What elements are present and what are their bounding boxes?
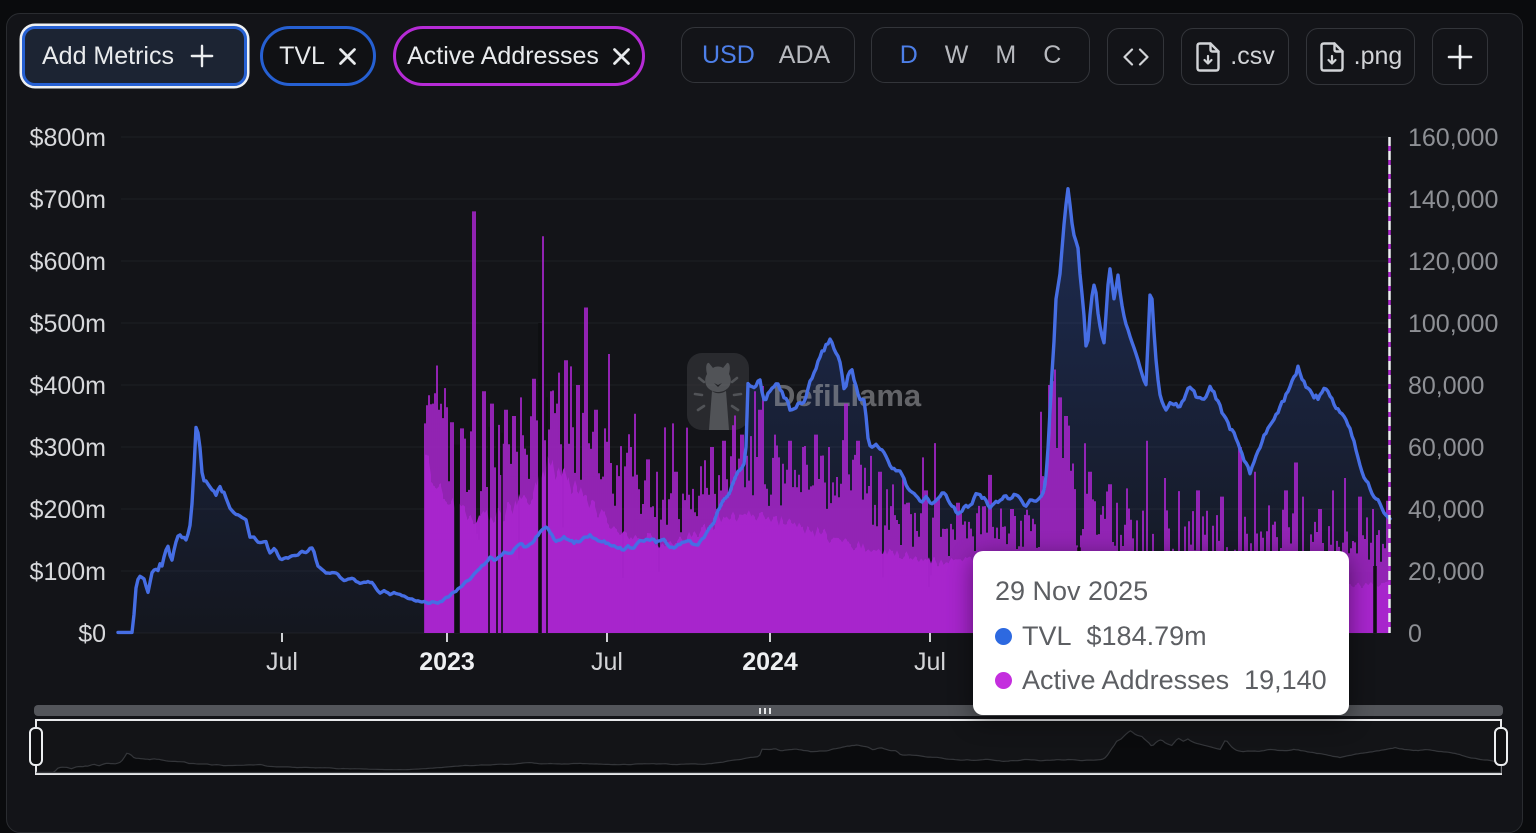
svg-text:2024: 2024 [742, 648, 798, 676]
svg-text:$700m: $700m [30, 186, 106, 214]
svg-text:$600m: $600m [30, 248, 106, 276]
svg-text:40,000: 40,000 [1408, 496, 1484, 524]
svg-text:Jul: Jul [914, 648, 946, 676]
svg-text:$300m: $300m [30, 434, 106, 462]
svg-text:2023: 2023 [419, 648, 475, 676]
svg-text:$800m: $800m [30, 124, 106, 152]
svg-text:100,000: 100,000 [1408, 310, 1498, 338]
svg-text:Jul: Jul [591, 648, 623, 676]
svg-text:$100m: $100m [30, 558, 106, 586]
svg-text:120,000: 120,000 [1408, 248, 1498, 276]
svg-text:$500m: $500m [30, 310, 106, 338]
svg-text:60,000: 60,000 [1408, 434, 1484, 462]
svg-text:$400m: $400m [30, 372, 106, 400]
svg-text:140,000: 140,000 [1408, 186, 1498, 214]
svg-text:20,000: 20,000 [1408, 558, 1484, 586]
svg-text:$200m: $200m [30, 496, 106, 524]
svg-text:0: 0 [1408, 620, 1422, 648]
svg-text:Jul: Jul [266, 648, 298, 676]
svg-text:160,000: 160,000 [1408, 124, 1498, 152]
svg-text:$0: $0 [78, 620, 106, 648]
svg-text:80,000: 80,000 [1408, 372, 1484, 400]
